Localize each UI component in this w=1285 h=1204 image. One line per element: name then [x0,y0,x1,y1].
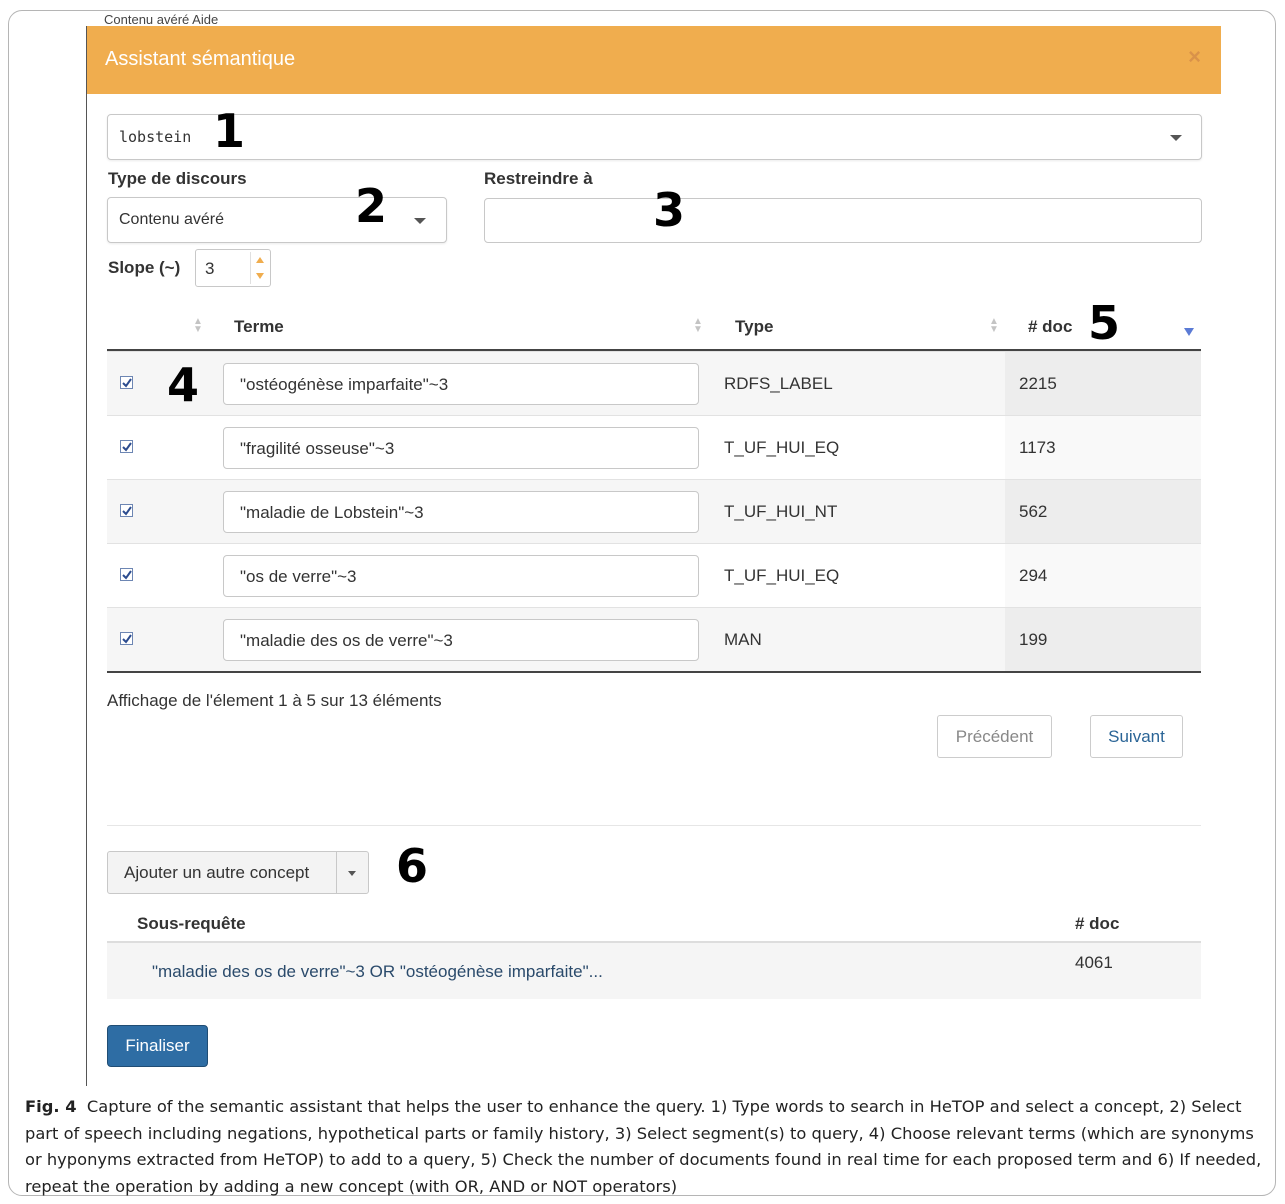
subquery-header: Sous-requête # doc [107,906,1201,943]
concept-select-value: lobstein [119,128,192,146]
term-text: "fragilité osseuse"~3 [240,439,395,458]
annotation-1: 1 [213,104,246,158]
column-header-term[interactable]: Terme [234,317,284,337]
add-concept-button[interactable]: Ajouter un autre concept [107,851,369,894]
discourse-label: Type de discours [108,169,247,188]
type-cell: RDFS_LABEL [724,374,833,393]
subquery-text[interactable]: "maladie des os de verre"~3 OR "ostéogén… [152,962,603,982]
subquery-row: "maladie des os de verre"~3 OR "ostéogén… [107,943,1201,999]
type-cell: T_UF_HUI_NT [724,502,838,521]
checkmark-icon [122,506,132,516]
table-row: "maladie des os de verre"~3 MAN 199 [107,607,1201,673]
table-row: "os de verre"~3 T_UF_HUI_EQ 294 [107,543,1201,607]
add-concept-label: Ajouter un autre concept [124,863,310,882]
term-text: "ostéogénèse imparfaite"~3 [240,375,449,394]
term-input[interactable]: "maladie des os de verre"~3 [223,619,699,661]
table-row: "maladie de Lobstein"~3 T_UF_HUI_NT 562 [107,479,1201,543]
subquery-column-header: Sous-requête [137,914,246,933]
background-menu-strip: Contenu avéré Aide [104,12,219,26]
term-input[interactable]: "maladie de Lobstein"~3 [223,491,699,533]
column-header-type[interactable]: Type [735,317,773,337]
stepper-down-icon[interactable] [251,268,269,284]
modal-header: Assistant sémantique × [87,26,1221,94]
semantic-assistant-modal: Assistant sémantique × lobstein 1 Type d… [86,26,1221,1086]
term-text: "os de verre"~3 [240,567,357,586]
concept-select[interactable]: lobstein [107,114,1202,160]
chevron-down-icon [414,218,426,224]
checkmark-icon [122,634,132,644]
slope-stepper[interactable]: 3 [195,249,271,287]
term-checkbox[interactable] [120,376,133,389]
annotation-4: 4 [167,358,200,412]
discourse-select[interactable]: Contenu avéré [107,197,447,243]
annotation-3: 3 [653,183,686,237]
checkmark-icon [122,378,132,388]
subquery-doc-header: # doc [1075,914,1120,933]
term-text: "maladie des os de verre"~3 [240,631,453,650]
checkmark-icon [122,442,132,452]
term-checkbox[interactable] [120,440,133,453]
annotation-2: 2 [355,179,388,233]
sort-descending-icon[interactable] [1183,327,1195,337]
sort-icon[interactable]: ▲ ▼ [989,317,999,335]
doc-count: 1173 [1019,438,1056,457]
pagination-info: Affichage de l'élement 1 à 5 sur 13 élém… [107,691,442,710]
finalize-button[interactable]: Finaliser [107,1025,208,1067]
type-cell: MAN [724,630,762,649]
column-header-doc[interactable]: # doc [1028,317,1072,337]
doc-count: 294 [1019,566,1048,585]
caption-label: Fig. 4 [25,1097,77,1116]
term-checkbox[interactable] [120,568,133,581]
terms-table: ▲ ▼ Terme ▲ ▼ Type ▲ ▼ # doc "ostéogénèse i… [107,308,1201,674]
table-row: "ostéogénèse imparfaite"~3 RDFS_LABEL 22… [107,351,1201,415]
stepper-buttons [250,252,269,284]
doc-count: 199 [1019,630,1048,649]
type-cell: T_UF_HUI_EQ [724,566,840,585]
close-button[interactable]: × [1188,44,1201,70]
caption-text: Capture of the semantic assistant that h… [25,1097,1262,1196]
term-input[interactable]: "os de verre"~3 [223,555,699,597]
term-input[interactable]: "ostéogénèse imparfaite"~3 [223,363,699,405]
section-divider [107,825,1201,826]
stepper-up-icon[interactable] [251,252,269,268]
slope-label: Slope (~) [108,258,181,277]
table-header: ▲ ▼ Terme ▲ ▼ Type ▲ ▼ # doc [107,308,1201,351]
type-cell: T_UF_HUI_EQ [724,438,840,457]
doc-count: 562 [1019,502,1048,521]
chevron-down-icon[interactable] [348,871,356,876]
add-concept-divider [336,852,337,893]
subquery-doc-count: 4061 [1075,953,1113,972]
annotation-6: 6 [396,839,429,893]
term-checkbox[interactable] [120,504,133,517]
chevron-down-icon [1170,135,1182,141]
figure-caption: Fig. 4 Capture of the semantic assistant… [25,1094,1265,1200]
discourse-select-value: Contenu avéré [119,211,224,228]
restrict-label: Restreindre à [484,169,593,188]
checkmark-icon [122,570,132,580]
previous-button[interactable]: Précédent [937,715,1052,758]
annotation-5: 5 [1088,296,1121,350]
doc-count: 2215 [1019,374,1057,393]
term-text: "maladie de Lobstein"~3 [240,503,424,522]
sort-icon[interactable]: ▲ ▼ [693,317,703,335]
sort-icon[interactable]: ▲ ▼ [193,317,203,335]
term-checkbox[interactable] [120,632,133,645]
slope-value: 3 [205,259,215,278]
restrict-input[interactable] [484,198,1202,243]
term-input[interactable]: "fragilité osseuse"~3 [223,427,699,469]
next-button[interactable]: Suivant [1090,715,1183,758]
table-row: "fragilité osseuse"~3 T_UF_HUI_EQ 1173 [107,415,1201,479]
modal-title: Assistant sémantique [105,48,296,70]
